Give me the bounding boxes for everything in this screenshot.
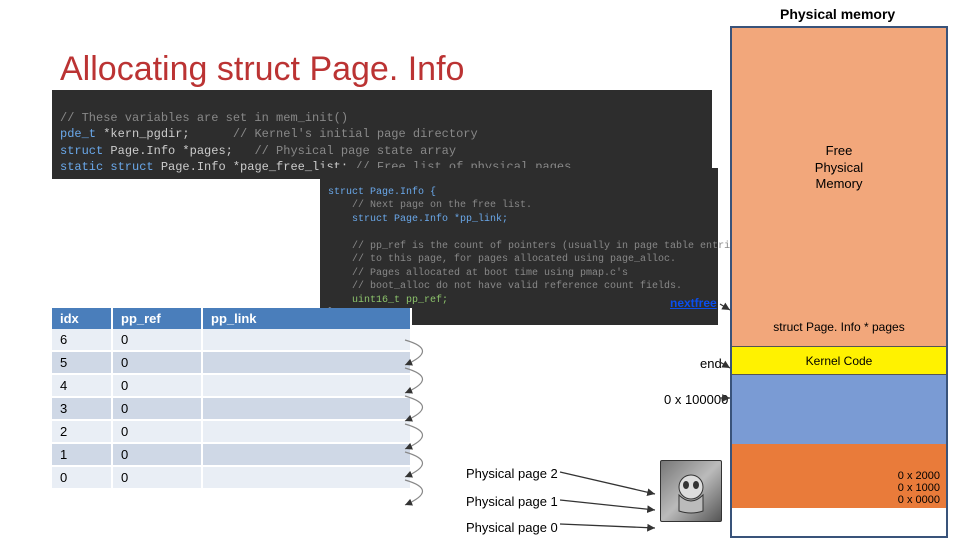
table-row: 00 [52,466,411,489]
decorative-image [660,460,722,522]
cell-ppref: 0 [112,351,202,374]
cell-ppref: 0 [112,397,202,420]
mem-region-free: Free Physical Memory [732,28,946,308]
nextfree-pointer-label: nextfree [670,296,717,310]
mem-addr-label: 0 x 2000 [898,470,940,482]
code-line: // These variables are set in mem_init() [60,111,348,125]
code-token: Page.Info *pages; [110,144,232,158]
code-token: // Kernel's initial page directory [190,127,478,141]
code-line: struct Page.Info *pp_link; [328,214,508,225]
mem-region-low: 0 x 2000 0 x 1000 0 x 0000 [732,444,946,508]
code-token: // Physical page state array [233,144,456,158]
cell-pplink [202,374,411,397]
cell-idx: 5 [52,351,112,374]
code-token: static struct [60,160,161,174]
cell-idx: 6 [52,329,112,351]
physical-page-1-label: Physical page 1 [466,494,558,509]
code-line: // pp_ref is the count of pointers (usua… [328,241,748,252]
physical-page-2-label: Physical page 2 [466,466,558,481]
code-line: // boot_alloc do not have valid referenc… [328,281,682,292]
cell-ppref: 0 [112,374,202,397]
table-row: 30 [52,397,411,420]
code-line: // to this page, for pages allocated usi… [328,254,676,265]
addr-100000-label: 0 x 100000 [664,392,728,407]
code-token: *kern_pgdir; [103,127,189,141]
cell-pplink [202,397,411,420]
code-line: // Next page on the free list. [328,200,532,211]
mem-region-label: Free Physical Memory [815,143,863,194]
mem-addr-label: 0 x 0000 [898,494,940,506]
col-idx: idx [52,308,112,329]
code-token: pde_t [60,127,103,141]
code-block-struct: struct Page.Info { // Next page on the f… [320,168,718,325]
cell-pplink [202,329,411,351]
col-pplink: pp_link [202,308,411,329]
cell-pplink [202,466,411,489]
cell-pplink [202,351,411,374]
physical-page-0-label: Physical page 0 [466,520,558,535]
cell-idx: 3 [52,397,112,420]
mem-addr-label: 0 x 1000 [898,482,940,494]
code-block-variables: // These variables are set in mem_init()… [52,90,712,179]
mem-region-pages: struct Page. Info * pages [732,308,946,346]
cell-idx: 1 [52,443,112,466]
cell-idx: 2 [52,420,112,443]
cell-pplink [202,443,411,466]
table-row: 20 [52,420,411,443]
cell-ppref: 0 [112,420,202,443]
col-ppref: pp_ref [112,308,202,329]
table-row: 10 [52,443,411,466]
slide-title: Allocating struct Page. Info [60,50,464,89]
cell-pplink [202,420,411,443]
cell-idx: 4 [52,374,112,397]
pageinfo-table: idx pp_ref pp_link 60 50 40 30 20 10 00 [52,308,412,490]
mascot-icon [667,467,715,515]
table-row: 50 [52,351,411,374]
end-pointer-label: end [700,356,722,371]
table-row: 60 [52,329,411,351]
code-line: uint16_t pp_ref; [328,295,448,306]
code-token: struct [60,144,110,158]
code-line: // Pages allocated at boot time using pm… [328,268,628,279]
cell-ppref: 0 [112,329,202,351]
cell-idx: 0 [52,466,112,489]
physical-memory-label: Physical memory [780,6,895,22]
mem-region-gap [732,374,946,444]
table-row: 40 [52,374,411,397]
mem-region-kernel: Kernel Code [732,346,946,374]
cell-ppref: 0 [112,466,202,489]
cell-ppref: 0 [112,443,202,466]
code-line: struct Page.Info { [328,187,436,198]
physical-memory-diagram: Free Physical Memory struct Page. Info *… [730,26,948,538]
